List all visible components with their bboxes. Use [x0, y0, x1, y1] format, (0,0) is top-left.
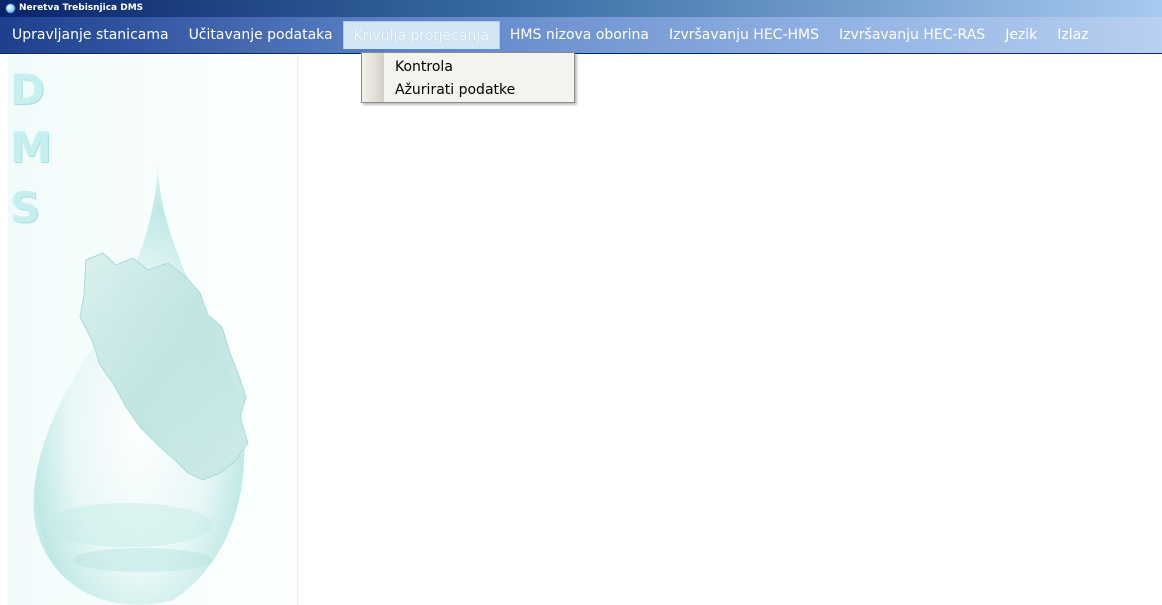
- menu-izvrsavanju-hec-ras[interactable]: Izvršavanju HEC-RAS: [829, 21, 995, 49]
- dropdown-icon-gutter: [362, 53, 384, 102]
- menu-item-azurirati-podatke[interactable]: Ažurirati podatke: [395, 79, 515, 101]
- menu-bar: Upravljanje stanicama Učitavanje podatak…: [0, 17, 1162, 53]
- branding-side-panel: D M S: [8, 55, 298, 605]
- menu-jezik[interactable]: Jezik: [995, 21, 1047, 49]
- logo-letter-m: M: [10, 123, 52, 172]
- menu-bar-divider: [0, 53, 1162, 54]
- drop-ripple: [73, 548, 213, 572]
- menu-upravljanje-stanicama[interactable]: Upravljanje stanicama: [2, 21, 179, 49]
- window-title: Neretva Trebisnjica DMS: [19, 3, 144, 13]
- menu-ucitavanje-podataka[interactable]: Učitavanje podataka: [179, 21, 343, 49]
- menu-izvrsavanju-hec-hms[interactable]: Izvršavanju HEC-HMS: [659, 21, 829, 49]
- logo-letter-d: D: [10, 65, 45, 114]
- menu-item-kontrola[interactable]: Kontrola: [395, 56, 453, 78]
- menu-krivulja-protjecanja-label: Krivulja protjecanja: [353, 28, 489, 44]
- drop-reflection: [43, 503, 213, 547]
- app-window: Neretva Trebisnjica DMS Upravljanje stan…: [0, 0, 1162, 605]
- krivulja-protjecanja-dropdown: Kontrola Ažurirati podatke: [361, 52, 575, 103]
- menu-hms-nizova-oborina[interactable]: HMS nizova oborina: [500, 21, 659, 49]
- logo-letter-s: S: [10, 183, 41, 232]
- title-bar[interactable]: Neretva Trebisnjica DMS: [0, 0, 1162, 17]
- menu-izlaz[interactable]: Izlaz: [1047, 21, 1098, 49]
- app-icon: [5, 3, 16, 14]
- menu-krivulja-protjecanja[interactable]: Krivulja protjecanja: [342, 21, 500, 49]
